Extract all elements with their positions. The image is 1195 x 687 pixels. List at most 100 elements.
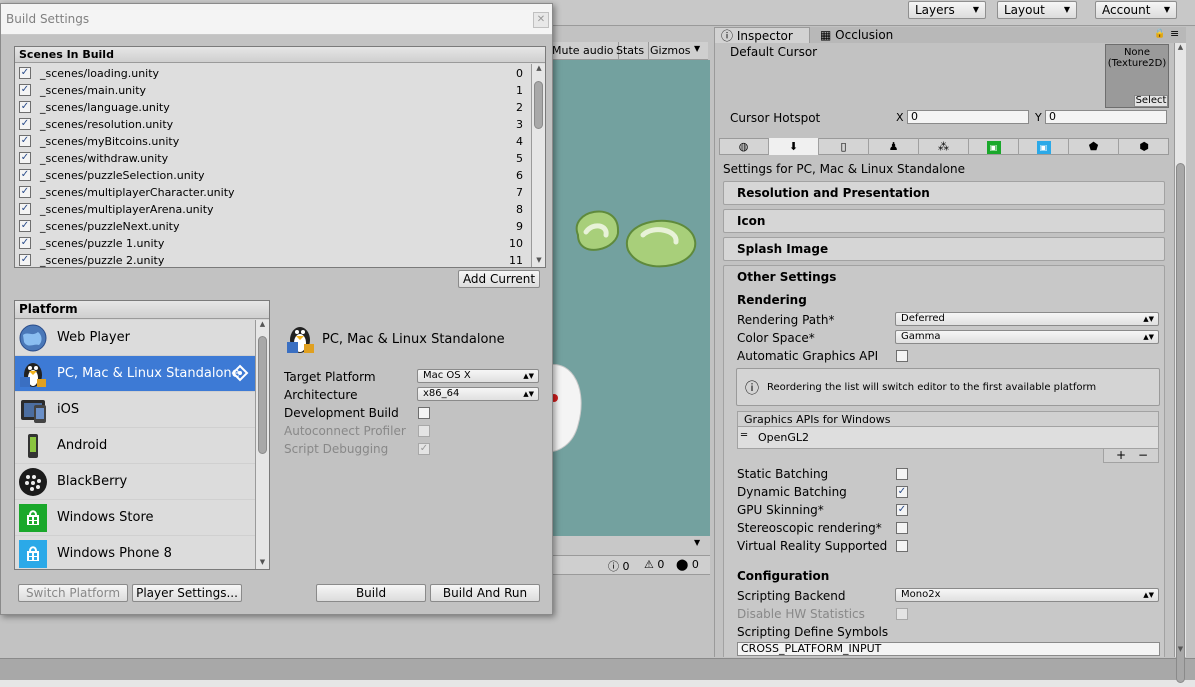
scene-include-checkbox[interactable]: ✓: [19, 203, 31, 215]
platform-item[interactable]: Windows Store: [15, 500, 255, 536]
tab-ios[interactable]: ▯: [819, 138, 869, 155]
scene-row[interactable]: ✓ _scenes/withdraw.unity 5: [15, 150, 531, 167]
chevron-down-icon[interactable]: ▼: [694, 538, 700, 547]
platform-item[interactable]: Windows Phone 8: [15, 536, 255, 569]
tab-web-player[interactable]: ◍: [719, 138, 769, 155]
tab-blackberry[interactable]: ⁂: [919, 138, 969, 155]
scroll-down-icon[interactable]: ▼: [256, 558, 269, 569]
scene-include-checkbox[interactable]: ✓: [19, 220, 31, 232]
foldout-icon[interactable]: Icon: [723, 209, 1165, 233]
disable-hw-stats-checkbox[interactable]: [896, 608, 908, 620]
foldout-splash[interactable]: Splash Image: [723, 237, 1165, 261]
autoconnect-profiler-checkbox[interactable]: [418, 425, 430, 437]
player-settings-button[interactable]: Player Settings...: [132, 584, 242, 602]
platform-scrollbar[interactable]: ▲ ▼: [255, 320, 269, 569]
gizmos-button[interactable]: Gizmos: [646, 42, 695, 60]
scene-row[interactable]: ✓ _scenes/resolution.unity 3: [15, 116, 531, 133]
scene-row[interactable]: ✓ _scenes/language.unity 2: [15, 99, 531, 116]
scripting-backend-dropdown[interactable]: Mono2x ▲▼: [895, 588, 1159, 602]
scroll-up-icon[interactable]: ▲: [256, 320, 269, 332]
scene-include-checkbox[interactable]: ✓: [19, 169, 31, 181]
scene-include-checkbox[interactable]: ✓: [19, 135, 31, 147]
define-symbols-field[interactable]: CROSS_PLATFORM_INPUT: [737, 642, 1160, 656]
chevron-down-icon[interactable]: ▼: [694, 44, 700, 53]
scene-include-checkbox[interactable]: ✓: [19, 118, 31, 130]
gpu-skinning-checkbox[interactable]: ✓: [896, 504, 908, 516]
default-cursor-texture-slot[interactable]: None (Texture2D) Select: [1105, 44, 1169, 108]
switch-platform-button[interactable]: Switch Platform: [18, 584, 128, 602]
platform-item[interactable]: Web Player: [15, 320, 255, 356]
scene-include-checkbox[interactable]: ✓: [19, 254, 31, 266]
dynamic-batching-checkbox[interactable]: ✓: [896, 486, 908, 498]
scroll-up-icon[interactable]: ▲: [532, 64, 545, 76]
platform-item[interactable]: Android: [15, 428, 255, 464]
scene-include-checkbox[interactable]: ✓: [19, 84, 31, 96]
tab-occlusion[interactable]: ▦ Occlusion: [814, 27, 904, 43]
scroll-down-icon[interactable]: ▼: [1175, 645, 1186, 657]
hotspot-y-field[interactable]: 0: [1045, 110, 1167, 124]
drag-handle-icon[interactable]: ═: [741, 430, 747, 441]
script-debugging-checkbox[interactable]: ✓: [418, 443, 430, 455]
account-dropdown[interactable]: Account ▼: [1095, 1, 1177, 19]
rendering-path-dropdown[interactable]: Deferred ▲▼: [895, 312, 1159, 326]
scroll-up-icon[interactable]: ▲: [1175, 43, 1186, 55]
tab-standalone[interactable]: ⬇: [769, 138, 819, 155]
layout-dropdown[interactable]: Layout ▼: [997, 1, 1077, 19]
build-button[interactable]: Build: [316, 584, 426, 602]
tab-inspector[interactable]: ⓘ Inspector: [714, 27, 810, 43]
target-platform-dropdown[interactable]: Mac OS X ▲▼: [417, 369, 539, 383]
vr-supported-checkbox[interactable]: [896, 540, 908, 552]
color-space-dropdown[interactable]: Gamma ▲▼: [895, 330, 1159, 344]
tab-android[interactable]: ♟: [869, 138, 919, 155]
console-message-counter[interactable]: ⬤ 0: [676, 558, 699, 571]
layers-dropdown[interactable]: Layers ▼: [908, 1, 986, 19]
static-batching-checkbox[interactable]: [896, 468, 908, 480]
tab-webgl[interactable]: ⬟: [1069, 138, 1119, 155]
console-error-counter[interactable]: ⓘ 0: [608, 558, 630, 574]
lock-icon[interactable]: 🔒: [1154, 29, 1165, 39]
window-title-bar[interactable]: Build Settings ✕: [1, 4, 552, 35]
scene-row[interactable]: ✓ _scenes/puzzleNext.unity 9: [15, 218, 531, 235]
stats-button[interactable]: Stats: [612, 42, 650, 60]
platform-item[interactable]: BlackBerry: [15, 464, 255, 500]
scene-row[interactable]: ✓ _scenes/puzzleSelection.unity 6: [15, 167, 531, 184]
close-icon[interactable]: ✕: [533, 12, 549, 28]
scene-row[interactable]: ✓ _scenes/puzzle 1.unity 10: [15, 235, 531, 252]
scene-viewport[interactable]: [548, 60, 710, 536]
inspector-scrollbar[interactable]: ▲ ▼: [1174, 43, 1186, 683]
menu-icon[interactable]: ≡: [1170, 27, 1179, 40]
scene-row[interactable]: ✓ _scenes/main.unity 1: [15, 82, 531, 99]
platform-item[interactable]: PC, Mac & Linux Standalone: [15, 356, 255, 392]
console-warning-counter[interactable]: ⚠ 0: [644, 558, 664, 571]
tab-windows-store[interactable]: ▣: [969, 138, 1019, 155]
scene-row[interactable]: ✓ _scenes/multiplayerCharacter.unity 7: [15, 184, 531, 201]
select-texture-button[interactable]: Select: [1134, 95, 1168, 107]
tab-windows-phone[interactable]: ▣: [1019, 138, 1069, 155]
hotspot-x-field[interactable]: 0: [907, 110, 1029, 124]
architecture-dropdown[interactable]: x86_64 ▲▼: [417, 387, 539, 401]
development-build-checkbox[interactable]: [418, 407, 430, 419]
add-graphics-api-button[interactable]: +: [1116, 448, 1126, 462]
scenes-scrollbar[interactable]: ▲ ▼: [531, 64, 545, 267]
mute-audio-button[interactable]: Mute audio: [548, 42, 619, 60]
remove-graphics-api-button[interactable]: −: [1138, 448, 1148, 462]
scene-row[interactable]: ✓ _scenes/puzzle 2.unity 11: [15, 252, 531, 267]
stereoscopic-checkbox[interactable]: [896, 522, 908, 534]
scroll-down-icon[interactable]: ▼: [532, 256, 545, 267]
foldout-resolution[interactable]: Resolution and Presentation: [723, 181, 1165, 205]
scrollbar-thumb[interactable]: [534, 81, 543, 129]
scrollbar-thumb[interactable]: [258, 336, 267, 454]
graphics-api-item[interactable]: OpenGL2: [758, 431, 809, 444]
scene-include-checkbox[interactable]: ✓: [19, 152, 31, 164]
platform-item[interactable]: iOS: [15, 392, 255, 428]
scene-include-checkbox[interactable]: ✓: [19, 237, 31, 249]
scene-row[interactable]: ✓ _scenes/loading.unity 0: [15, 65, 531, 82]
scene-include-checkbox[interactable]: ✓: [19, 101, 31, 113]
scene-row[interactable]: ✓ _scenes/myBitcoins.unity 4: [15, 133, 531, 150]
tab-samsung-tv[interactable]: ⬢: [1119, 138, 1169, 155]
scene-include-checkbox[interactable]: ✓: [19, 67, 31, 79]
scrollbar-thumb[interactable]: [1176, 163, 1185, 683]
build-and-run-button[interactable]: Build And Run: [430, 584, 540, 602]
scene-row[interactable]: ✓ _scenes/multiplayerArena.unity 8: [15, 201, 531, 218]
auto-graphics-api-checkbox[interactable]: [896, 350, 908, 362]
